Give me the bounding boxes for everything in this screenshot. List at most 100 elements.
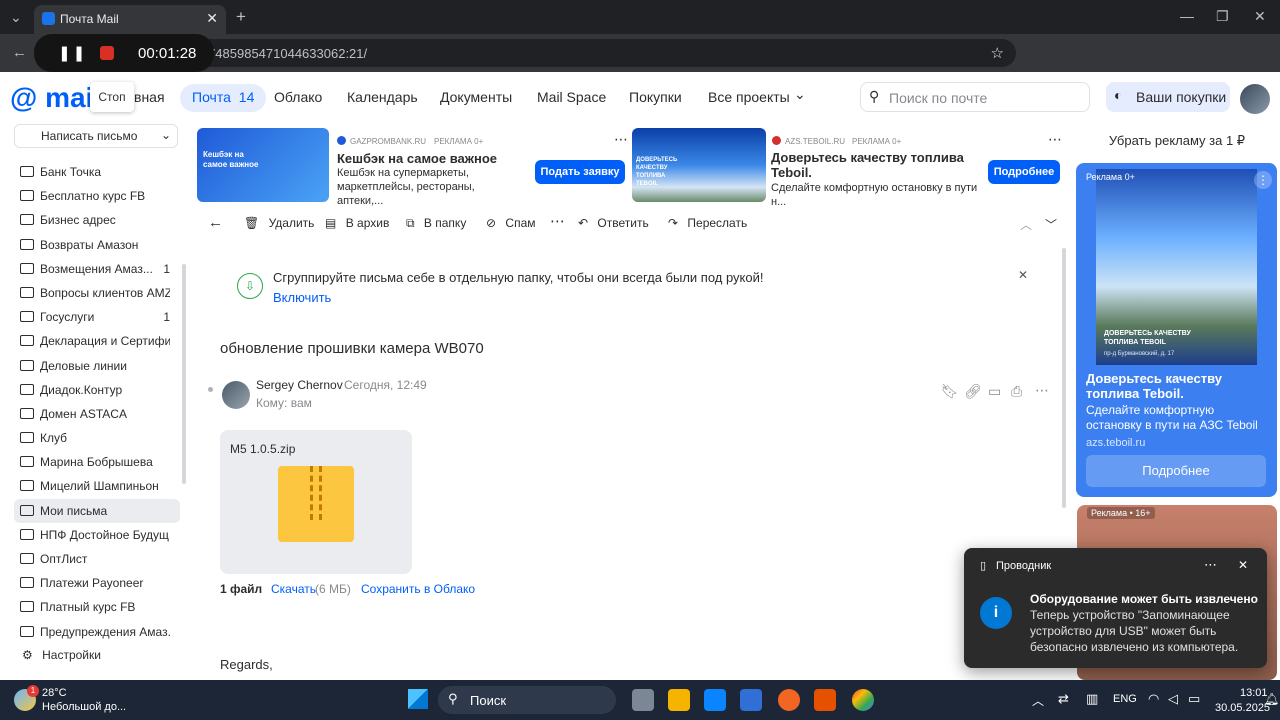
attachment-card[interactable]: M5 1.0.5.zip — [220, 430, 412, 574]
next-letter-icon[interactable]: ﹀ — [1045, 216, 1057, 233]
previous-letter-icon[interactable]: ︿ — [1020, 216, 1032, 233]
ad-gazprom-title[interactable]: Кешбэк на самое важное — [337, 151, 497, 166]
folder-item[interactable]: Диадок.Контур — [14, 378, 180, 402]
notification-more-icon[interactable]: ⋯ — [1204, 557, 1217, 573]
save-to-cloud-link[interactable]: Сохранить в Облако — [361, 582, 475, 596]
windows-start-icon[interactable] — [408, 689, 428, 709]
notice-enable-link[interactable]: Включить — [273, 290, 331, 305]
purchases-button[interactable]: ◐ Ваши покупки — [1106, 82, 1230, 112]
ad-gazprom-image[interactable]: Кешбэк на самое важное — [197, 128, 329, 202]
folder-item[interactable]: Платный курс FB — [14, 595, 180, 619]
tray-app-icon[interactable]: ▥ — [1086, 691, 1098, 707]
ad-teboil-image[interactable]: ДОВЕРЬТЕСЬ КАЧЕСТВУ ТОПЛИВА TEBOIL — [632, 128, 766, 202]
compose-button[interactable]: Написать письмо ⌄ — [14, 124, 178, 148]
bookmark-star-icon[interactable]: ☆ — [991, 44, 1004, 62]
app-m-icon[interactable] — [740, 689, 762, 711]
input-language[interactable]: ENG — [1113, 693, 1137, 705]
back-arrow-icon[interactable]: ← — [208, 214, 223, 231]
template-icon[interactable]: ▭ — [988, 383, 1001, 400]
letter-scrollbar[interactable] — [1062, 248, 1066, 508]
file-explorer-icon[interactable] — [668, 689, 690, 711]
search-input[interactable]: ⚲ Поиск по почте — [860, 82, 1090, 112]
close-tab-icon[interactable]: ✕ — [206, 10, 218, 27]
nav-purchases[interactable]: Покупки — [629, 89, 682, 105]
close-notice-icon[interactable]: ✕ — [1018, 268, 1028, 282]
folder-item[interactable]: Вопросы клиентов AMZ — [14, 281, 180, 305]
ad-more-icon[interactable]: ⋯ — [614, 131, 629, 148]
bookmark-icon[interactable]: 🔖︎ — [941, 383, 959, 400]
new-tab-icon[interactable]: + — [236, 7, 246, 27]
ad-more-icon[interactable]: ⋯ — [1048, 131, 1063, 148]
right-ad-more-icon[interactable]: ⋮ — [1254, 171, 1272, 189]
remove-ads-button[interactable]: Убрать рекламу за 1 ₽ — [1077, 128, 1277, 154]
folder-item[interactable]: Госуслуги 1 — [14, 305, 180, 329]
mail-logo[interactable]: @ mail — [10, 82, 101, 114]
folder-item-active[interactable]: Мои письма — [14, 498, 180, 523]
nav-main-partial[interactable]: вная — [134, 89, 165, 105]
windows-notification[interactable]: ▯ Проводник ⋯ ✕ i Оборудование может быт… — [964, 548, 1267, 668]
chevron-down-icon[interactable]: ⌄ — [794, 86, 806, 103]
link-icon[interactable]: 🔗︎ — [964, 383, 982, 400]
right-ad-card[interactable]: ДОВЕРЬТЕСЬ КАЧЕСТВУ ТОПЛИВА TEBOIL пр-д … — [1076, 163, 1277, 497]
folder-item[interactable]: Мицелий Шампиньон — [14, 474, 180, 498]
close-window-icon[interactable]: ✕ — [1254, 8, 1266, 25]
chevron-down-icon[interactable]: ⌄ — [161, 128, 171, 142]
nav-cloud[interactable]: Облако — [274, 89, 322, 105]
chrome-icon[interactable] — [852, 689, 874, 711]
address-bar[interactable]: 0:17485985471044633062:21/ ☆ — [110, 39, 1016, 67]
folder-item[interactable]: Бизнес адрес — [14, 208, 180, 232]
folder-item[interactable]: Возвраты Амазон — [14, 233, 180, 257]
read-status-icon[interactable] — [208, 387, 213, 392]
ad-teboil-title[interactable]: Доверьтесь качеству топлива Teboil. — [771, 150, 971, 180]
nav-mail[interactable]: Почта 14 — [180, 84, 267, 112]
folder-item[interactable]: Декларация и Сертифи... — [14, 329, 180, 353]
task-view-icon[interactable] — [632, 689, 654, 711]
nav-mail-space[interactable]: Mail Space — [537, 89, 606, 105]
move-to-folder-button[interactable]: ⧉ В папку — [406, 216, 466, 231]
settings-link[interactable]: ⚙ Настройки — [22, 648, 101, 662]
folder-item[interactable]: Возмещения Амаз... 1 — [14, 257, 180, 281]
volume-icon[interactable]: ◁ — [1168, 691, 1178, 707]
sidebar-scrollbar[interactable] — [182, 264, 186, 484]
folder-item[interactable]: Деловые линии — [14, 354, 180, 378]
notification-close-icon[interactable]: ✕ — [1238, 558, 1248, 572]
folder-item[interactable]: ОптЛист — [14, 547, 180, 571]
ad-gazprom-button[interactable]: Подать заявку — [535, 160, 625, 184]
notifications-bell-icon[interactable]: 🔔︎ — [1264, 692, 1279, 706]
folder-item[interactable]: Платежи Payoneer — [14, 571, 180, 595]
app-orange-icon[interactable] — [778, 689, 800, 711]
tray-settings-icon[interactable]: ⇄ — [1058, 691, 1069, 707]
folder-item[interactable]: НПФ Достойное Будущ... — [14, 523, 180, 547]
folder-item[interactable]: Банк Точка — [14, 160, 180, 184]
right-ad-title[interactable]: Доверьтесь качеству топлива Teboil. — [1086, 371, 1266, 401]
archive-button[interactable]: ▤ В архив — [325, 216, 389, 230]
forward-button[interactable]: ↷ Переслать — [668, 216, 747, 230]
nav-documents[interactable]: Документы — [440, 89, 512, 105]
ad-teboil-button[interactable]: Подробнее — [988, 160, 1060, 184]
folder-item[interactable]: Бесплатно курс FB — [14, 184, 180, 208]
more-actions-icon[interactable]: ⋯ — [550, 212, 565, 230]
minimize-icon[interactable]: — — [1180, 8, 1194, 24]
delete-button[interactable]: 🗑 Удалить — [244, 216, 314, 230]
download-link[interactable]: Скачать — [271, 582, 316, 596]
tab-search-icon[interactable]: ⌄ — [10, 9, 22, 26]
nav-all-projects[interactable]: Все проекты — [708, 89, 790, 105]
pause-icon[interactable]: ❚❚ — [58, 44, 87, 62]
taskbar-search[interactable]: ⚲ Поиск — [438, 686, 616, 714]
user-avatar[interactable] — [1240, 84, 1270, 114]
reply-button[interactable]: ↶ Ответить — [578, 216, 649, 230]
sender-name[interactable]: Sergey Chernov — [256, 378, 343, 392]
folder-item[interactable]: Домен ASTACA — [14, 402, 180, 426]
folder-item[interactable]: Клуб — [14, 426, 180, 450]
maximize-icon[interactable]: ❐ — [1216, 8, 1229, 25]
battery-icon[interactable]: ▭ — [1188, 691, 1200, 707]
browser-tab[interactable]: Почта Mail ✕ — [34, 5, 226, 34]
sender-avatar[interactable] — [222, 381, 250, 409]
ms-store-icon[interactable] — [704, 689, 726, 711]
wifi-icon[interactable]: ◠ — [1148, 691, 1159, 707]
folder-item[interactable]: Предупреждения Амаз... — [14, 620, 180, 644]
spam-button[interactable]: ⊘ Спам — [486, 216, 536, 230]
right-ad-button[interactable]: Подробнее — [1086, 455, 1266, 487]
tray-chevron-icon[interactable]: ︿ — [1032, 692, 1044, 709]
stop-record-icon[interactable] — [100, 46, 114, 60]
